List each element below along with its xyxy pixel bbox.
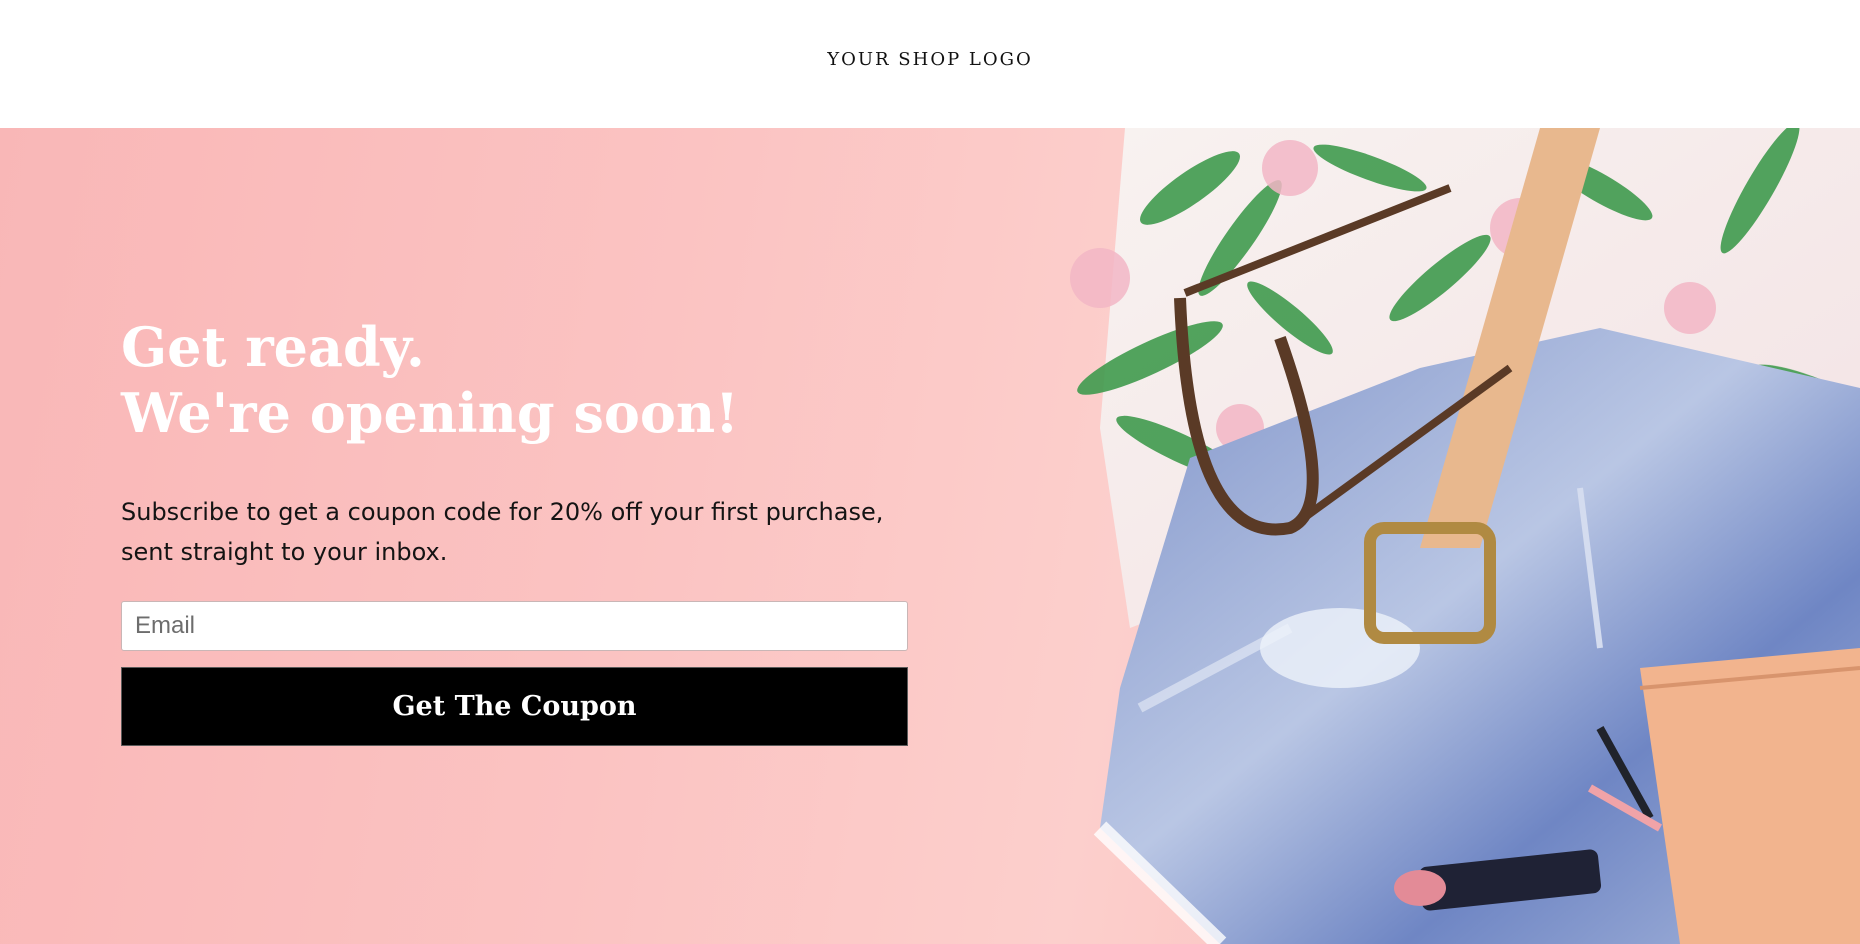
site-header: YOUR SHOP LOGO — [0, 0, 1860, 128]
hero-section: Get ready. We're opening soon! Subscribe… — [0, 128, 1860, 944]
get-coupon-button[interactable]: Get The Coupon — [121, 667, 908, 746]
hero-subtext: Subscribe to get a coupon code for 20% o… — [121, 498, 884, 566]
email-input[interactable] — [121, 601, 908, 651]
headline-line-1: Get ready. — [121, 315, 425, 379]
shop-logo[interactable]: YOUR SHOP LOGO — [0, 49, 1860, 70]
headline-line-2: We're opening soon! — [121, 381, 739, 445]
hero-headline: Get ready. We're opening soon! — [121, 314, 739, 446]
hero-product-image — [1070, 128, 1860, 944]
